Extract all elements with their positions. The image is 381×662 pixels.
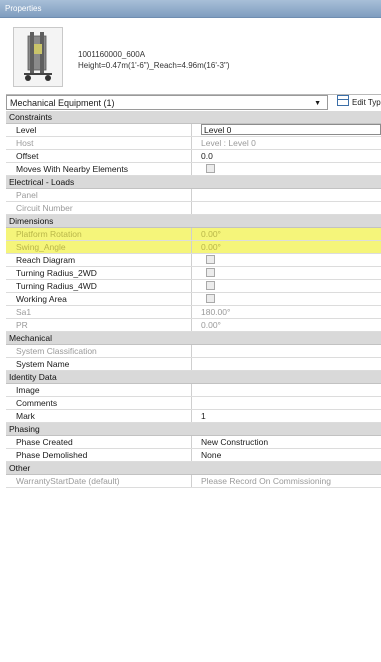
phase-created-field[interactable]: New Construction	[201, 436, 381, 448]
prop-row-mark[interactable]: Mark 1	[6, 410, 381, 423]
prop-label: Turning Radius_2WD	[6, 267, 192, 279]
edit-type-button[interactable]: Edit Type	[337, 95, 381, 110]
family-thumbnail	[13, 27, 63, 87]
category-selector[interactable]: Mechanical Equipment (1) ▼	[6, 95, 328, 110]
image-field[interactable]	[201, 384, 381, 396]
turning-2wd-checkbox[interactable]	[206, 268, 215, 277]
group-other[interactable]: Other	[6, 462, 381, 475]
circuit-value	[201, 202, 381, 214]
group-identity-data[interactable]: Identity Data	[6, 371, 381, 384]
panel-title: Properties	[0, 0, 381, 18]
group-electrical[interactable]: Electrical - Loads	[6, 176, 381, 189]
panel-value	[201, 189, 381, 201]
prop-row-panel: Panel	[6, 189, 381, 202]
prop-label: Panel	[6, 189, 192, 201]
prop-label: Turning Radius_4WD	[6, 280, 192, 292]
prop-row-platform-rotation[interactable]: Platform Rotation 0.00°	[6, 228, 381, 241]
prop-row-phase-created[interactable]: Phase Created New Construction	[6, 436, 381, 449]
reach-diagram-checkbox[interactable]	[206, 255, 215, 264]
mark-field[interactable]: 1	[201, 410, 381, 422]
phase-demolished-field[interactable]: None	[201, 449, 381, 461]
type-header: 1001160000_600A Height=0.47m(1'-6")_Reac…	[0, 18, 381, 94]
prop-label: Reach Diagram	[6, 254, 192, 266]
prop-label: System Classification	[6, 345, 192, 357]
prop-row-turning-2wd[interactable]: Turning Radius_2WD	[6, 267, 381, 280]
prop-label: System Name	[6, 358, 192, 370]
properties-panel: Properties 1001160000_600A Height=0.47m(…	[0, 0, 381, 662]
prop-label: Image	[6, 384, 192, 396]
comments-field[interactable]	[201, 397, 381, 409]
prop-label: Phase Created	[6, 436, 192, 448]
group-phasing[interactable]: Phasing	[6, 423, 381, 436]
moves-checkbox[interactable]	[206, 164, 215, 173]
prop-row-level[interactable]: Level Level 0	[6, 124, 381, 137]
prop-label: Offset	[6, 150, 192, 162]
prop-label: Comments	[6, 397, 192, 409]
level-field[interactable]: Level 0	[201, 124, 381, 135]
prop-row-system-classification: System Classification	[6, 345, 381, 358]
prop-label: Host	[6, 137, 192, 149]
platform-rotation-value[interactable]: 0.00°	[201, 228, 381, 240]
turning-4wd-checkbox[interactable]	[206, 281, 215, 290]
group-mechanical[interactable]: Mechanical	[6, 332, 381, 345]
prop-label: Sa1	[6, 306, 192, 318]
prop-row-swing-angle[interactable]: Swing_Angle 0.00°	[6, 241, 381, 254]
prop-row-warranty-start-date[interactable]: WarrantyStartDate (default) Please Recor…	[6, 475, 381, 488]
prop-row-comments[interactable]: Comments	[6, 397, 381, 410]
prop-row-pr: PR 0.00°	[6, 319, 381, 332]
warranty-start-date-field[interactable]: Please Record On Commissioning	[201, 475, 381, 487]
prop-label: PR	[6, 319, 192, 331]
offset-field[interactable]: 0.0	[201, 150, 381, 162]
working-area-checkbox[interactable]	[206, 294, 215, 303]
prop-label: Platform Rotation	[6, 228, 192, 240]
prop-row-offset[interactable]: Offset 0.0	[6, 150, 381, 163]
prop-label: Phase Demolished	[6, 449, 192, 461]
type-name: 1001160000_600A Height=0.47m(1'-6")_Reac…	[78, 49, 229, 71]
prop-row-reach-diagram[interactable]: Reach Diagram	[6, 254, 381, 267]
type-dimensions-text: Height=0.47m(1'-6")_Reach=4.96m(16'-3")	[78, 61, 230, 70]
prop-row-host: Host Level : Level 0	[6, 137, 381, 150]
swing-angle-value[interactable]: 0.00°	[201, 241, 381, 253]
prop-label: Mark	[6, 410, 192, 422]
group-dimensions[interactable]: Dimensions	[6, 215, 381, 228]
category-selector-value: Mechanical Equipment (1)	[10, 98, 115, 108]
prop-row-turning-4wd[interactable]: Turning Radius_4WD	[6, 280, 381, 293]
prop-row-moves[interactable]: Moves With Nearby Elements	[6, 163, 381, 176]
prop-row-system-name[interactable]: System Name	[6, 358, 381, 371]
edit-type-label: Edit Type	[352, 98, 381, 107]
prop-label: Level	[6, 124, 192, 136]
group-constraints[interactable]: Constraints	[6, 111, 381, 124]
pr-value: 0.00°	[201, 320, 221, 330]
system-classification-value	[201, 345, 381, 357]
prop-label: Circuit Number	[6, 202, 192, 214]
host-value: Level : Level 0	[201, 138, 256, 148]
prop-row-circuit: Circuit Number	[6, 202, 381, 215]
prop-row-sa1: Sa1 180.00°	[6, 306, 381, 319]
chevron-down-icon[interactable]: ▼	[314, 96, 321, 111]
sa1-value: 180.00°	[201, 307, 231, 317]
type-name-text: 1001160000_600A	[78, 50, 146, 59]
selector-bar: Mechanical Equipment (1) ▼ Edit Type	[6, 94, 381, 112]
prop-label: Swing_Angle	[6, 241, 192, 253]
prop-label: Moves With Nearby Elements	[6, 163, 192, 175]
prop-row-working-area[interactable]: Working Area	[6, 293, 381, 306]
system-name-value[interactable]	[201, 358, 381, 370]
prop-row-phase-demolished[interactable]: Phase Demolished None	[6, 449, 381, 462]
prop-label: Working Area	[6, 293, 192, 305]
edit-type-icon	[337, 95, 349, 106]
prop-label: WarrantyStartDate (default)	[6, 475, 192, 487]
property-grid: Constraints Level Level 0 Host Level : L…	[6, 111, 381, 488]
prop-row-image[interactable]: Image	[6, 384, 381, 397]
